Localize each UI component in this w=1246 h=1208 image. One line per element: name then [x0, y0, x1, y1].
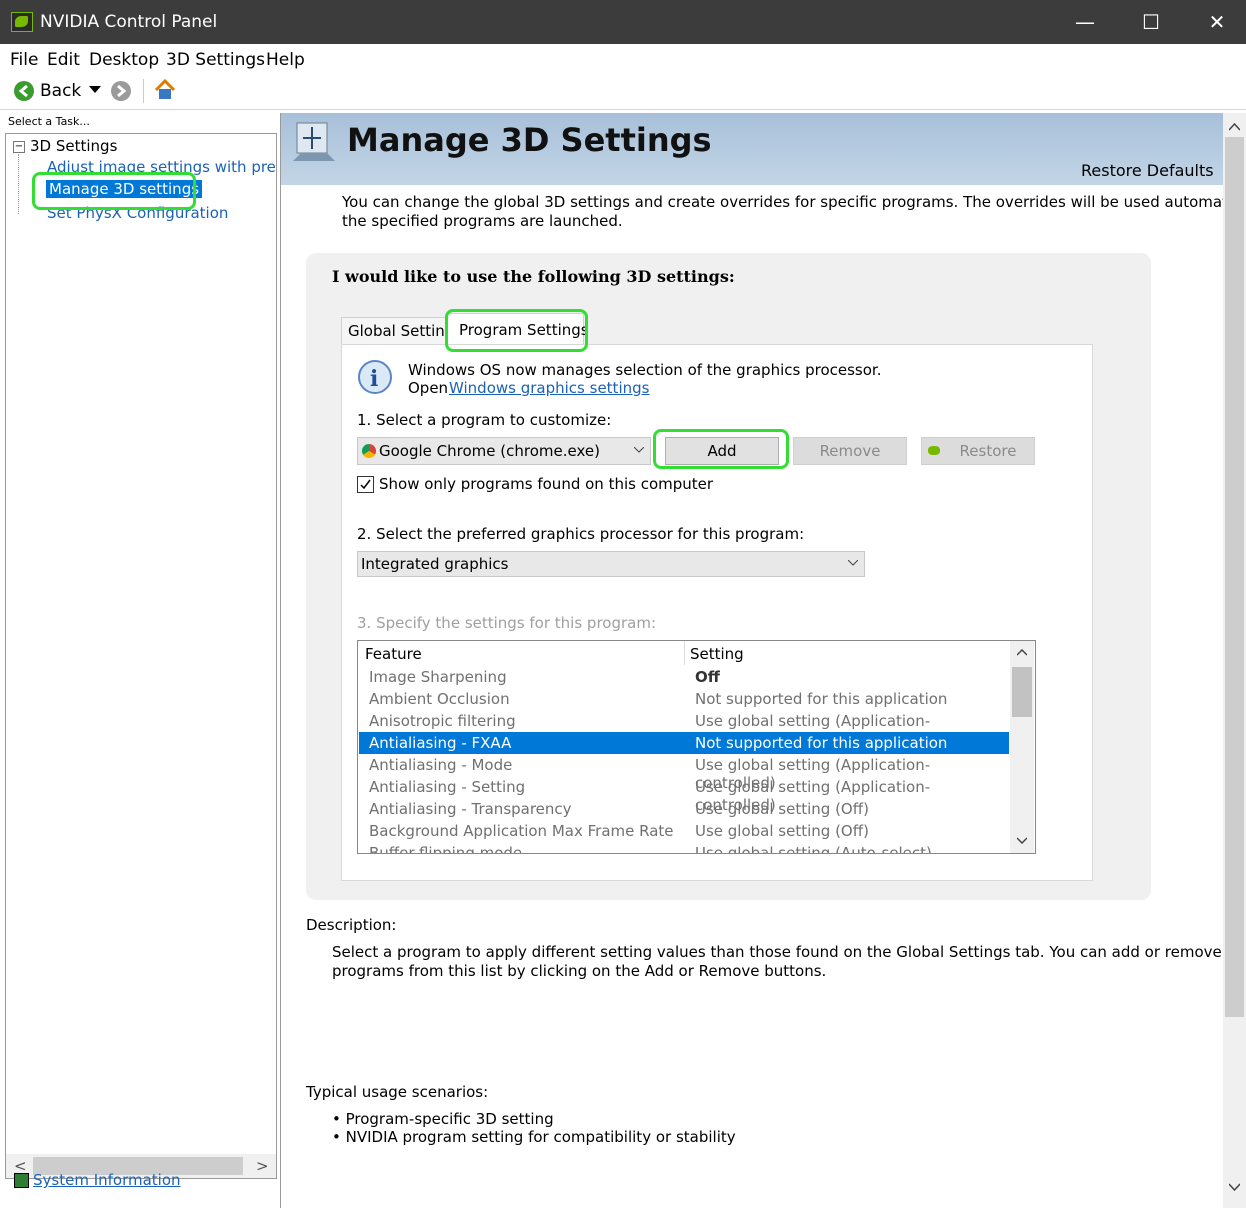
- table-row[interactable]: Antialiasing - Transparency Use global se…: [359, 798, 1009, 820]
- list-header: Feature Setting: [358, 641, 1008, 665]
- back-dropdown-icon[interactable]: [89, 86, 101, 94]
- column-divider: [684, 641, 685, 665]
- restore-button[interactable]: Restore: [921, 437, 1035, 465]
- menu-file[interactable]: File: [10, 50, 38, 70]
- toolbar-divider: [143, 79, 144, 103]
- table-row[interactable]: Background Application Max Frame Rate Use…: [359, 820, 1009, 842]
- panel-heading: I would like to use the following 3D set…: [332, 267, 735, 286]
- annotation-highlight-add: [653, 429, 789, 469]
- graphics-processor-select[interactable]: Integrated graphics: [357, 551, 865, 577]
- svg-text:i: i: [370, 366, 378, 392]
- minimize-button[interactable]: —: [1052, 0, 1118, 44]
- show-only-checkbox[interactable]: [357, 476, 374, 493]
- show-only-label: Show only programs found on this compute…: [379, 475, 714, 493]
- back-button[interactable]: Back: [40, 81, 81, 101]
- table-row[interactable]: Ambient Occlusion Not supported for this …: [359, 688, 1009, 710]
- title-bar: NVIDIA Control Panel — ☐ ✕: [0, 0, 1246, 44]
- menu-edit[interactable]: Edit: [47, 50, 80, 70]
- annotation-highlight-manage: [32, 172, 196, 210]
- home-icon[interactable]: [153, 78, 177, 102]
- system-information-link[interactable]: System Information: [33, 1171, 181, 1189]
- close-button[interactable]: ✕: [1184, 0, 1246, 44]
- program-select[interactable]: Google Chrome (chrome.exe): [357, 437, 651, 465]
- table-row[interactable]: Buffer-flipping mode Use global setting (…: [359, 842, 1009, 853]
- task-pane: Select a Task... − 3D Settings Adjust im…: [0, 113, 281, 1208]
- table-row[interactable]: Image Sharpening Off: [359, 666, 1009, 688]
- menu-desktop[interactable]: Desktop: [89, 50, 159, 70]
- description-line2: programs from this list by clicking on t…: [332, 962, 827, 980]
- notice-text: Windows OS now manages selection of the …: [408, 361, 882, 379]
- menu-bar: File Edit Desktop 3D Settings Help: [0, 45, 1246, 73]
- chevron-down-icon: [848, 560, 858, 566]
- scroll-down-icon[interactable]: [1229, 1183, 1240, 1191]
- restore-label: Restore: [959, 442, 1017, 460]
- graphics-processor-value: Integrated graphics: [361, 555, 509, 573]
- manage-3d-icon: [293, 122, 335, 161]
- tree-line: [18, 154, 20, 214]
- annotation-highlight-tab: [445, 309, 588, 352]
- back-arrow-icon[interactable]: [14, 81, 34, 101]
- task-tree: − 3D Settings Adjust image settings with…: [5, 133, 277, 1179]
- system-info-icon: [14, 1173, 29, 1188]
- nvidia-logo-icon: [11, 12, 33, 32]
- intro-text-line1: You can change the global 3D settings an…: [342, 193, 1223, 211]
- vertical-scrollbar-thumb[interactable]: [1225, 137, 1244, 1017]
- table-row[interactable]: Antialiasing - Setting Use global setting…: [359, 776, 1009, 814]
- remove-button[interactable]: Remove: [793, 437, 907, 465]
- menu-3d-settings[interactable]: 3D Settings: [166, 50, 265, 70]
- usage-item: • NVIDIA program setting for compatibili…: [332, 1128, 736, 1146]
- column-feature[interactable]: Feature: [365, 645, 422, 663]
- windows-graphics-settings-link[interactable]: Windows graphics settings: [449, 379, 649, 397]
- content-pane: Manage 3D Settings Restore Defaults You …: [281, 113, 1223, 1208]
- step1-label: 1. Select a program to customize:: [357, 411, 612, 429]
- description-label: Description:: [306, 916, 397, 934]
- usage-label: Typical usage scenarios:: [306, 1083, 489, 1101]
- intro-text-line2: the specified programs are launched.: [342, 212, 623, 230]
- scroll-right-icon[interactable]: >: [256, 1157, 269, 1175]
- table-row[interactable]: Anisotropic filtering Use global setting …: [359, 710, 1009, 748]
- forward-arrow-icon[interactable]: [111, 81, 131, 101]
- step2-label: 2. Select the preferred graphics process…: [357, 525, 805, 543]
- step3-label: 3. Specify the settings for this program…: [357, 614, 657, 632]
- scroll-up-icon[interactable]: [1017, 649, 1027, 656]
- settings-list: Feature Setting Image Sharpening Off Ambi…: [357, 640, 1036, 854]
- program-select-value: Google Chrome (chrome.exe): [379, 442, 600, 460]
- scroll-down-icon[interactable]: [1017, 837, 1027, 844]
- task-label: Select a Task...: [8, 115, 90, 128]
- vertical-scrollbar[interactable]: [1223, 113, 1246, 1208]
- table-row-selected[interactable]: Antialiasing - FXAA Not supported for thi…: [359, 732, 1009, 754]
- info-icon: i: [358, 360, 392, 394]
- menu-help[interactable]: Help: [266, 50, 305, 70]
- list-scrollbar[interactable]: [1010, 641, 1034, 853]
- collapse-icon[interactable]: −: [13, 141, 25, 153]
- chevron-down-icon: [634, 447, 644, 453]
- maximize-button[interactable]: ☐: [1118, 0, 1184, 44]
- nvidia-small-icon: [928, 446, 940, 455]
- description-line1: Select a program to apply different sett…: [332, 943, 1222, 961]
- tree-root-3d-settings[interactable]: 3D Settings: [30, 137, 117, 155]
- page-title: Manage 3D Settings: [347, 121, 712, 159]
- restore-defaults-link[interactable]: Restore Defaults: [1081, 161, 1214, 180]
- notice-open: Open: [408, 379, 449, 397]
- column-setting[interactable]: Setting: [690, 645, 744, 663]
- header-banner: Manage 3D Settings Restore Defaults: [281, 113, 1223, 185]
- usage-item: • Program-specific 3D setting: [332, 1110, 554, 1128]
- tab-content: i Windows OS now manages selection of th…: [341, 344, 1093, 881]
- table-row[interactable]: Antialiasing - Mode Use global setting (A…: [359, 754, 1009, 792]
- settings-panel: I would like to use the following 3D set…: [306, 253, 1151, 900]
- chrome-icon: [362, 444, 376, 458]
- window-title: NVIDIA Control Panel: [40, 12, 218, 32]
- toolbar: Back: [0, 73, 1246, 110]
- scroll-up-icon[interactable]: [1229, 123, 1240, 131]
- tab-global-settings[interactable]: Global Settings: [341, 317, 462, 344]
- list-scrollbar-thumb[interactable]: [1012, 667, 1032, 717]
